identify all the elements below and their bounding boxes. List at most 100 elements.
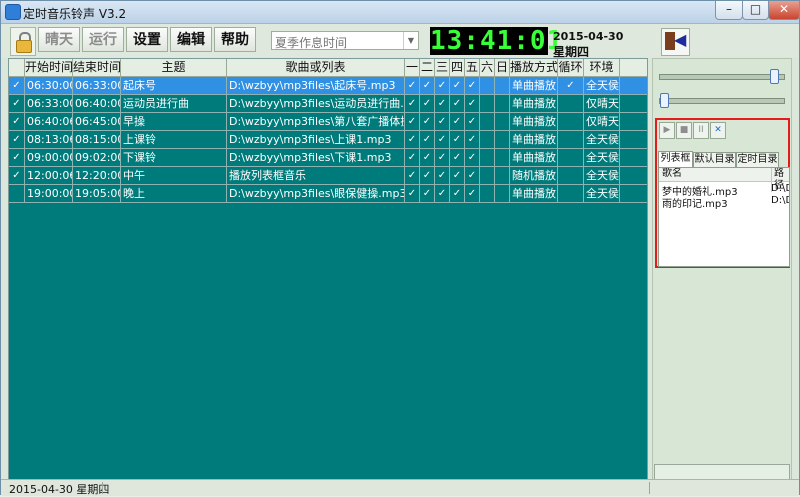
clear-button[interactable]: ✕	[710, 122, 726, 139]
weekday-check-icon[interactable]: ✓	[405, 131, 420, 148]
title-bar[interactable]: 定时音乐铃声 V3.2 – □ ✕	[1, 1, 800, 24]
tab-default-directory[interactable]: 默认目录	[693, 152, 736, 167]
table-row[interactable]: ✓ 08:13:06 08:15:00 上课铃 D:\wzbyy\mp3file…	[9, 131, 647, 149]
run-button[interactable]: 运行	[82, 27, 124, 52]
stop-button[interactable]: ■	[676, 122, 692, 139]
weekday-check-icon[interactable]	[480, 77, 495, 94]
table-row[interactable]: ✓ 06:33:00 06:40:00 运动员进行曲 D:\wzbyy\mp3f…	[9, 95, 647, 113]
weekday-check-icon[interactable]: ✓	[405, 113, 420, 130]
weekday-check-icon[interactable]: ✓	[405, 77, 420, 94]
weekday-check-icon[interactable]	[495, 77, 510, 94]
enabled-check-icon[interactable]: ✓	[9, 113, 25, 130]
minimize-button[interactable]: –	[715, 1, 743, 20]
loop-check-icon[interactable]	[558, 131, 584, 148]
table-row[interactable]: ✓ 09:00:00 09:02:00 下课铃 D:\wzbyy\mp3file…	[9, 149, 647, 167]
sunny-button[interactable]: 晴天	[38, 27, 80, 52]
loop-check-icon[interactable]	[558, 149, 584, 166]
weekday-check-icon[interactable]: ✓	[435, 185, 450, 202]
progress-slider-thumb[interactable]	[660, 93, 669, 108]
weekday-check-icon[interactable]: ✓	[420, 167, 435, 184]
weekday-check-icon[interactable]: ✓	[405, 167, 420, 184]
weekday-check-icon[interactable]	[495, 95, 510, 112]
progress-slider[interactable]	[659, 93, 785, 108]
weekday-check-icon[interactable]	[480, 149, 495, 166]
weekday-check-icon[interactable]: ✓	[450, 167, 465, 184]
weekday-check-icon[interactable]: ✓	[420, 131, 435, 148]
loop-check-icon[interactable]: ✓	[558, 77, 584, 94]
weekday-check-icon[interactable]	[480, 95, 495, 112]
loop-check-icon[interactable]	[558, 185, 584, 202]
weekday-check-icon[interactable]: ✓	[405, 95, 420, 112]
weekday-check-icon[interactable]	[480, 131, 495, 148]
enabled-check-icon[interactable]: ✓	[9, 77, 25, 94]
player-status-box	[654, 464, 790, 480]
weekday-check-icon[interactable]: ✓	[450, 131, 465, 148]
table-row[interactable]: ✓ 12:00:06 12:20:00 中午 播放列表框音乐 ✓ ✓ ✓ ✓ ✓…	[9, 167, 647, 185]
tab-playlist[interactable]: 列表框	[658, 151, 693, 167]
weekday-check-icon[interactable]: ✓	[435, 167, 450, 184]
subject-cell: 下课铃	[121, 149, 227, 166]
weekday-check-icon[interactable]: ✓	[450, 149, 465, 166]
enabled-check-icon[interactable]: ✓	[9, 149, 25, 166]
weekday-check-icon[interactable]: ✓	[420, 113, 435, 130]
playlist-box[interactable]: 歌名 路径 梦中的婚礼.mp3 D:\D 雨的印记.mp3 D:\D	[658, 167, 790, 267]
tab-timed-directory[interactable]: 定时目录	[736, 152, 779, 167]
loop-check-icon[interactable]	[558, 95, 584, 112]
weekday-check-icon[interactable]	[495, 185, 510, 202]
table-row[interactable]: ✓ 06:40:06 06:45:00 早操 D:\wzbyy\mp3files…	[9, 113, 647, 131]
table-row[interactable]: ✓ 06:30:00 06:33:00 起床号 D:\wzbyy\mp3file…	[9, 77, 647, 95]
weekday-check-icon[interactable]: ✓	[465, 113, 480, 130]
weekday-check-icon[interactable]: ✓	[450, 113, 465, 130]
weekday-check-icon[interactable]: ✓	[420, 77, 435, 94]
profile-select[interactable]: 夏季作息时间 ▼	[271, 31, 419, 50]
loop-check-icon[interactable]	[558, 167, 584, 184]
weekday-check-icon[interactable]: ✓	[405, 185, 420, 202]
weekday-check-icon[interactable]: ✓	[465, 95, 480, 112]
lock-button[interactable]	[10, 27, 36, 56]
weekday-check-icon[interactable]	[495, 167, 510, 184]
weekday-check-icon[interactable]: ✓	[435, 149, 450, 166]
weekday-check-icon[interactable]: ✓	[435, 131, 450, 148]
volume-slider-thumb[interactable]	[770, 69, 779, 84]
chevron-down-icon[interactable]: ▼	[403, 32, 418, 49]
weekday-check-icon[interactable]: ✓	[435, 113, 450, 130]
volume-slider[interactable]	[659, 69, 785, 84]
weekday-check-icon[interactable]: ✓	[420, 185, 435, 202]
weekday-check-icon[interactable]: ✓	[450, 185, 465, 202]
weekday-check-icon[interactable]: ✓	[435, 95, 450, 112]
weekday-check-icon[interactable]	[480, 167, 495, 184]
weekday-check-icon[interactable]: ✓	[465, 149, 480, 166]
start-time-cell: 06:40:06	[27, 113, 73, 130]
maximize-button[interactable]: □	[742, 1, 769, 20]
loop-check-icon[interactable]	[558, 113, 584, 130]
help-button[interactable]: 帮助	[214, 27, 256, 52]
weekday-check-icon[interactable]	[480, 185, 495, 202]
list-item-path: D:\D	[771, 183, 789, 194]
enabled-check-icon[interactable]: ✓	[9, 167, 25, 184]
weekday-check-icon[interactable]	[495, 113, 510, 130]
weekday-check-icon[interactable]: ✓	[465, 77, 480, 94]
close-button[interactable]: ✕	[768, 1, 800, 20]
pause-button[interactable]: II	[693, 122, 709, 139]
enabled-check-icon[interactable]: ✓	[9, 95, 25, 112]
weekday-check-icon[interactable]: ✓	[420, 95, 435, 112]
weekday-check-icon[interactable]	[495, 149, 510, 166]
weekday-check-icon[interactable]: ✓	[465, 167, 480, 184]
weekday-check-icon[interactable]: ✓	[450, 77, 465, 94]
weekday-check-icon[interactable]: ✓	[435, 77, 450, 94]
settings-button[interactable]: 设置	[126, 27, 168, 52]
weekday-check-icon[interactable]	[480, 113, 495, 130]
weekday-check-icon[interactable]: ✓	[420, 149, 435, 166]
weekday-check-icon[interactable]	[495, 131, 510, 148]
enabled-check-icon[interactable]	[9, 185, 25, 202]
table-row[interactable]: 19:00:00 19:05:00 晚上 D:\wzbyy\mp3files\眼…	[9, 185, 647, 203]
enabled-check-icon[interactable]: ✓	[9, 131, 25, 148]
weekday-check-icon[interactable]: ✓	[450, 95, 465, 112]
list-item[interactable]: 雨的印记.mp3	[662, 195, 728, 210]
edit-button[interactable]: 编辑	[170, 27, 212, 52]
weekday-check-icon[interactable]: ✓	[465, 131, 480, 148]
play-button[interactable]: ▶	[659, 122, 675, 139]
exit-button[interactable]: ◀	[661, 28, 690, 56]
weekday-check-icon[interactable]: ✓	[405, 149, 420, 166]
weekday-check-icon[interactable]: ✓	[465, 185, 480, 202]
